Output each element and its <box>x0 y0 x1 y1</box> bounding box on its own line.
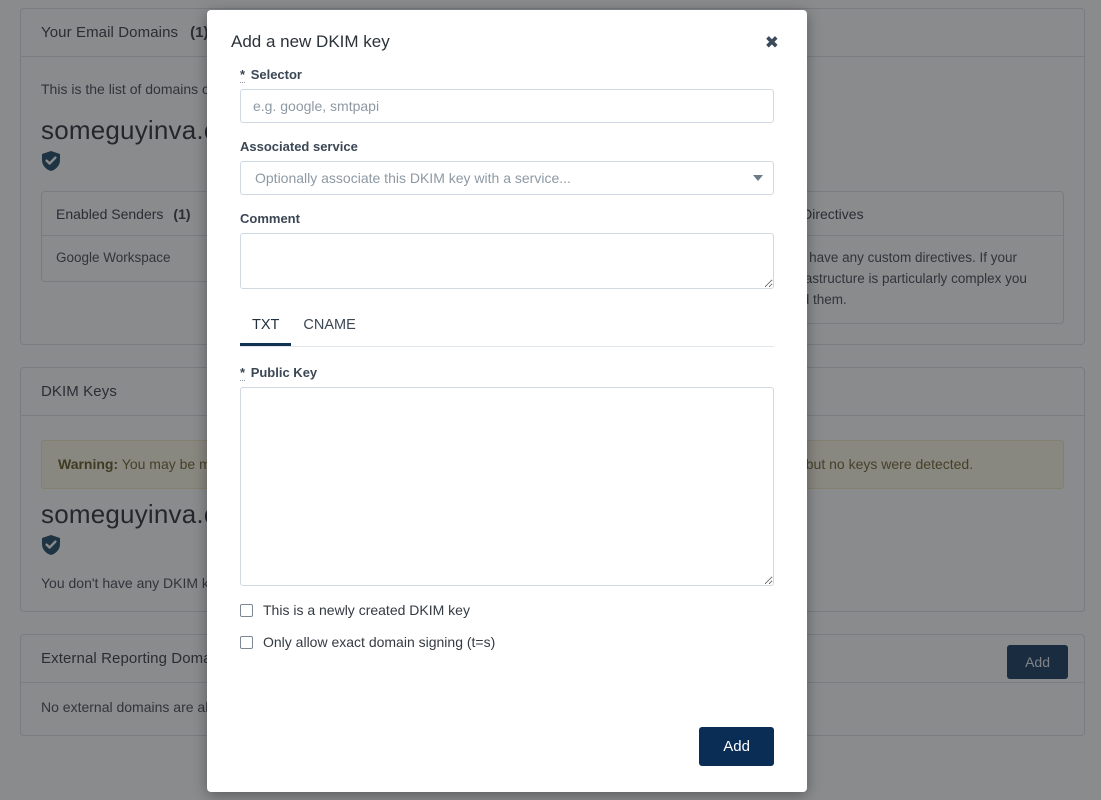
associated-service-label: Associated service <box>240 139 774 154</box>
public-key-label-text: Public Key <box>251 365 317 380</box>
selector-field: * Selector <box>240 67 774 123</box>
exact-domain-signing-checkbox[interactable] <box>240 636 253 649</box>
required-marker: * <box>240 67 245 83</box>
comment-label: Comment <box>240 211 774 226</box>
selector-input[interactable] <box>240 89 774 123</box>
required-marker: * <box>240 365 245 381</box>
tab-txt[interactable]: TXT <box>240 309 291 346</box>
comment-field: Comment <box>240 211 774 289</box>
dialog-body: * Selector Associated service Optionally… <box>207 59 807 713</box>
exact-domain-signing-label: Only allow exact domain signing (t=s) <box>263 634 495 650</box>
newly-created-key-label: This is a newly created DKIM key <box>263 602 470 618</box>
newly-created-key-checkbox[interactable] <box>240 604 253 617</box>
associated-service-field: Associated service Optionally associate … <box>240 139 774 195</box>
submit-add-dkim-key-button[interactable]: Add <box>699 727 774 766</box>
public-key-field: * Public Key <box>240 365 774 586</box>
dialog-footer: Add <box>207 713 807 792</box>
close-icon[interactable]: ✖ <box>761 32 783 53</box>
newly-created-key-checkbox-row[interactable]: This is a newly created DKIM key <box>240 602 774 618</box>
associated-service-select[interactable]: Optionally associate this DKIM key with … <box>240 161 774 195</box>
chevron-down-icon <box>753 175 763 181</box>
exact-domain-signing-checkbox-row[interactable]: Only allow exact domain signing (t=s) <box>240 634 774 650</box>
dialog-header: Add a new DKIM key ✖ <box>207 10 807 59</box>
public-key-textarea[interactable] <box>240 387 774 586</box>
add-dkim-key-dialog: Add a new DKIM key ✖ * Selector Associat… <box>207 10 807 792</box>
selector-label-text: Selector <box>251 67 302 82</box>
public-key-label: * Public Key <box>240 365 774 380</box>
record-type-tabs: TXT CNAME <box>240 309 774 347</box>
associated-service-placeholder: Optionally associate this DKIM key with … <box>255 170 571 186</box>
comment-textarea[interactable] <box>240 233 774 289</box>
dialog-title: Add a new DKIM key <box>231 32 390 52</box>
selector-label: * Selector <box>240 67 774 82</box>
tab-cname[interactable]: CNAME <box>291 309 367 346</box>
